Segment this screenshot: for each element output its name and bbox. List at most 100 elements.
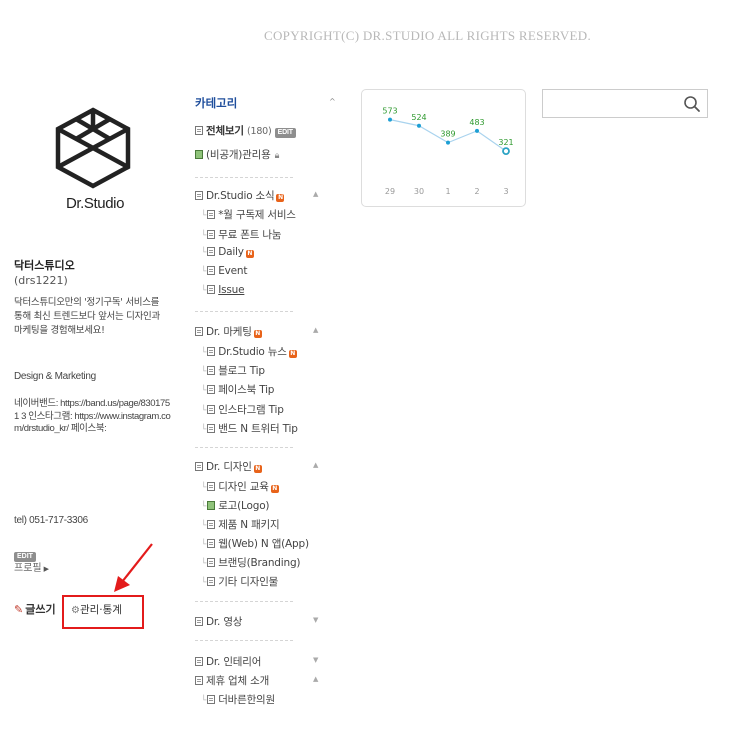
category-item[interactable]: └ 로고(Logo) — [201, 498, 270, 513]
category-item[interactable]: └ Daily N — [201, 246, 254, 258]
pencil-icon: ✎ — [14, 603, 24, 616]
search-icon[interactable] — [683, 95, 701, 113]
expand-toggle-icon[interactable]: ▲ — [313, 326, 318, 334]
category-group-design[interactable]: Dr. 디자인 N — [195, 459, 262, 474]
category-item[interactable]: └ 블로그 Tip — [201, 363, 265, 378]
category-group-partners[interactable]: 제휴 업체 소개 — [195, 673, 269, 688]
category-edit-button[interactable]: EDIT — [274, 128, 296, 138]
tree-branch-icon: └ — [201, 502, 207, 512]
category-group-video[interactable]: Dr. 영상 — [195, 614, 242, 629]
triangle-right-icon: ▶ — [43, 565, 49, 573]
tree-branch-icon: └ — [201, 267, 207, 277]
category-group-marketing[interactable]: Dr. 마케팅 N — [195, 324, 262, 339]
red-arrow-icon — [114, 543, 153, 592]
document-icon — [207, 230, 216, 239]
expand-toggle-icon[interactable]: ▲ — [313, 461, 318, 469]
category-item-label: Event — [218, 265, 248, 277]
document-icon — [195, 327, 203, 336]
category-item[interactable]: └ 디자인 교육 N — [201, 479, 279, 494]
document-icon — [207, 424, 216, 433]
new-badge: N — [276, 194, 285, 202]
highlight-box — [62, 595, 144, 629]
category-item[interactable]: └ 페이스북 Tip — [201, 382, 274, 397]
category-item[interactable]: └ *월 구독제 서비스 — [201, 207, 296, 222]
category-group-label: Dr. 인테리어 — [206, 656, 262, 668]
image-icon — [195, 150, 203, 159]
category-item[interactable]: └ 기타 디자인물 — [201, 574, 278, 589]
blog-tags: Design & Marketing — [14, 371, 96, 382]
document-icon — [207, 285, 216, 294]
document-icon — [195, 676, 203, 685]
category-item[interactable]: └ 더바른한의원 — [201, 692, 275, 707]
document-icon — [195, 126, 203, 135]
category-item[interactable]: └ 무료 폰트 나눔 — [201, 227, 281, 242]
chart-data-label: 483 — [469, 118, 484, 127]
category-item-label: 인스타그램 Tip — [218, 404, 284, 416]
collapse-caret-icon[interactable]: ^ — [329, 97, 336, 106]
search-box — [542, 89, 708, 118]
category-group-drstudio-news[interactable]: Dr.Studio 소식 N — [195, 188, 285, 203]
divider — [195, 640, 293, 641]
blog-description: 닥터스튜디오만의 '정기구독' 서비스를 통해 최신 트렌드보다 앞서는 디자인… — [14, 297, 160, 336]
expand-toggle-icon[interactable]: ▲ — [313, 190, 318, 198]
document-icon — [207, 695, 216, 704]
category-item-label: 브랜딩(Branding) — [218, 557, 301, 569]
category-group-label: Dr.Studio 소식 — [206, 190, 275, 202]
tree-branch-icon: └ — [201, 367, 207, 377]
document-icon — [207, 210, 216, 219]
category-item[interactable]: └ 인스타그램 Tip — [201, 402, 284, 417]
category-all[interactable]: 전체보기 (180) EDIT — [195, 123, 296, 138]
new-badge: N — [245, 250, 254, 258]
blog-id: (drs1221) — [14, 274, 68, 287]
category-item-label: 웹(Web) N 앱(App) — [218, 538, 309, 550]
visitor-chart: 573 524 389 483 321 29 30 1 2 3 — [361, 89, 526, 207]
tree-branch-icon: └ — [201, 578, 207, 588]
tree-branch-icon: └ — [201, 406, 207, 416]
search-input[interactable] — [547, 94, 677, 113]
divider — [195, 177, 293, 178]
category-item[interactable]: └ 제품 N 패키지 — [201, 517, 280, 532]
tree-branch-icon: └ — [201, 348, 207, 358]
blog-name: 닥터스튜디오 — [14, 259, 75, 272]
expand-toggle-icon[interactable]: ▼ — [313, 656, 318, 664]
document-icon — [195, 657, 203, 666]
chart-point — [446, 140, 450, 145]
category-item-label: 제품 N 패키지 — [218, 519, 280, 531]
category-item-label: Dr.Studio 뉴스 — [218, 346, 287, 358]
category-item[interactable]: └ 웹(Web) N 앱(App) — [201, 536, 309, 551]
category-item[interactable]: └ Event — [201, 265, 248, 277]
tree-branch-icon: └ — [201, 425, 207, 435]
category-item[interactable]: └ Dr.Studio 뉴스 N — [201, 344, 297, 359]
category-all-label: 전체보기 — [206, 125, 244, 137]
tree-branch-icon: └ — [201, 231, 207, 241]
expand-toggle-icon[interactable]: ▼ — [313, 616, 318, 624]
document-icon — [207, 558, 216, 567]
dr-studio-logo[interactable] — [51, 106, 135, 190]
chart-data-label: 524 — [411, 113, 426, 122]
category-item-label: 블로그 Tip — [218, 365, 265, 377]
category-private[interactable]: (비공개)관리용 🔒︎ — [195, 147, 279, 162]
profile-link[interactable]: 프로필 ▶ — [14, 559, 49, 574]
category-item-label: *월 구독제 서비스 — [218, 209, 296, 221]
category-item[interactable]: └ 브랜딩(Branding) — [201, 555, 301, 570]
category-item[interactable]: └ 밴드 N 트위터 Tip — [201, 421, 298, 436]
category-title: 카테고리 — [195, 96, 238, 110]
document-icon — [195, 462, 203, 471]
chart-point — [475, 128, 479, 133]
chart-data-label: 573 — [382, 107, 397, 116]
tree-branch-icon: └ — [201, 211, 207, 221]
category-item[interactable]: └ Issue — [201, 284, 245, 296]
category-group-interior[interactable]: Dr. 인테리어 — [195, 654, 261, 669]
chart-data-label: 321 — [498, 138, 513, 147]
category-item-label: 페이스북 Tip — [218, 384, 275, 396]
expand-toggle-icon[interactable]: ▲ — [313, 675, 318, 683]
category-count: (180) — [246, 126, 272, 137]
chart-point — [502, 147, 510, 156]
chart-x-tick-label: 1 — [445, 187, 450, 196]
profile-link-label: 프로필 — [14, 563, 42, 574]
write-post-button[interactable]: ✎ 글쓰기 — [14, 601, 56, 617]
document-icon — [207, 347, 216, 356]
tree-branch-icon: └ — [201, 559, 207, 569]
new-badge: N — [270, 485, 279, 493]
category-item-label: 무료 폰트 나눔 — [218, 229, 282, 241]
